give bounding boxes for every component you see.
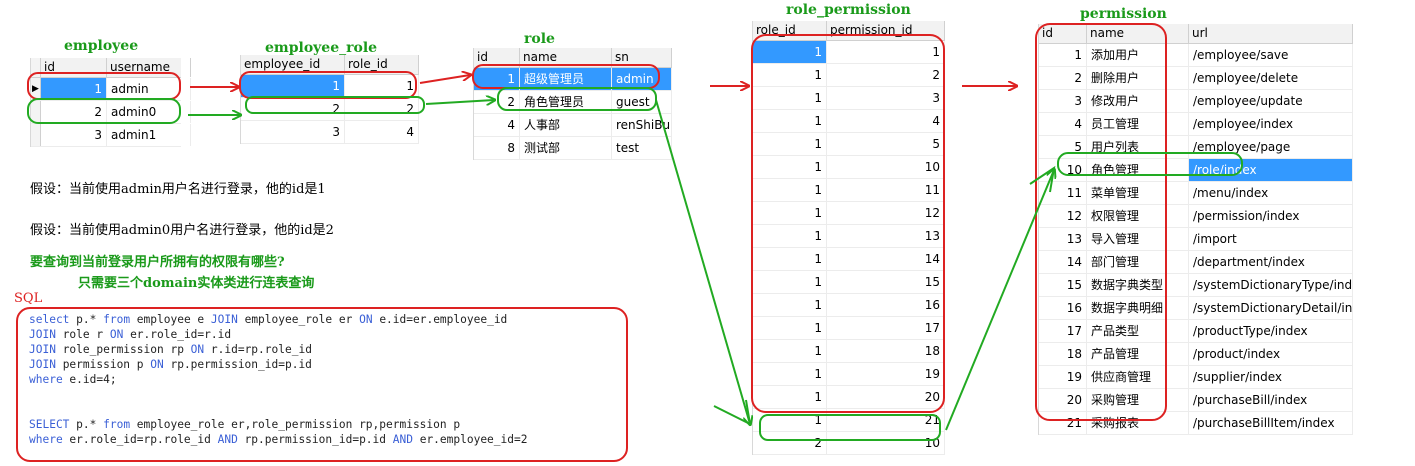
highlight-employee-2: [27, 98, 181, 124]
highlight-perm-all: [1035, 23, 1167, 421]
highlight-perm-10: [1057, 152, 1243, 176]
arrow-green-2: [425, 100, 494, 104]
highlight-employee-1: [27, 72, 181, 100]
annotation-layer: [27, 23, 1243, 441]
highlight-role-2: [497, 87, 657, 111]
highlight-rp-role1: [751, 34, 945, 413]
highlight-emprole-1: [239, 71, 417, 99]
highlight-rp-role2: [759, 414, 941, 441]
highlight-emprole-2: [245, 96, 425, 114]
highlight-role-1: [472, 64, 660, 89]
arrow-green-3: [655, 99, 750, 424]
arrow-green-4: [945, 170, 1054, 431]
arrow-red-2: [419, 75, 470, 84]
